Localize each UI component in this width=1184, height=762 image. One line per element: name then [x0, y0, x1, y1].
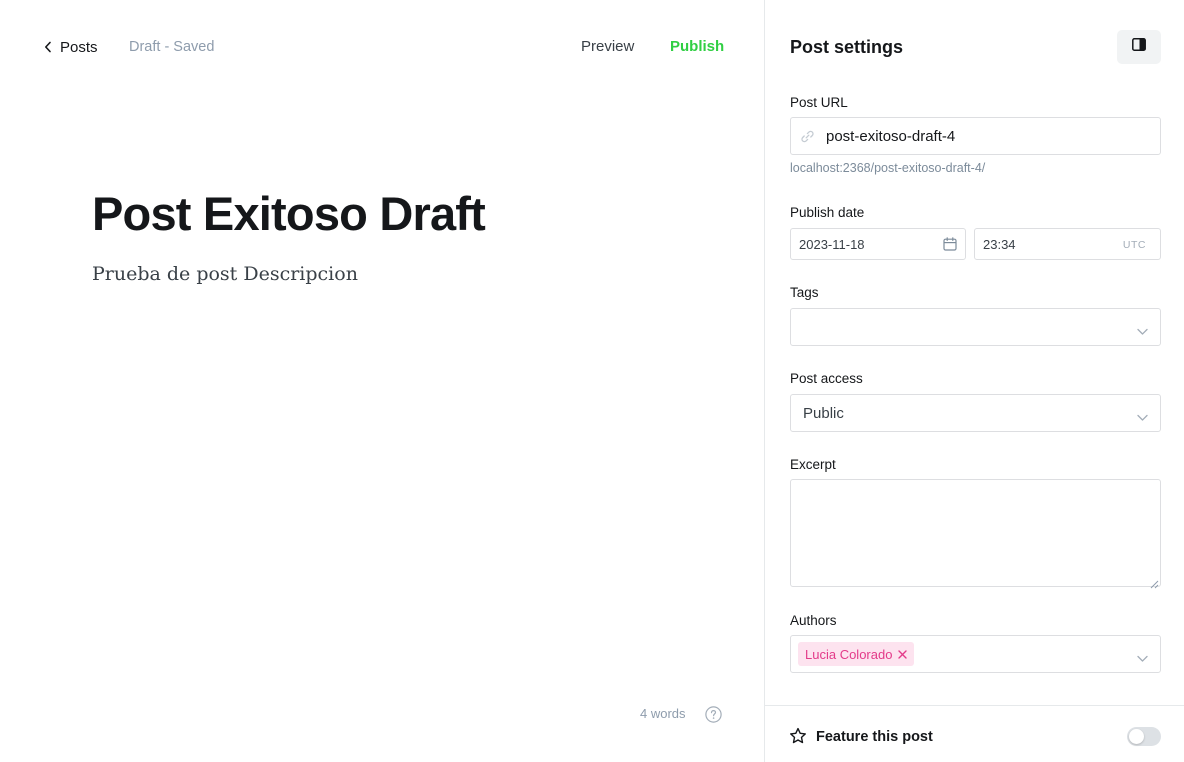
- calendar-icon[interactable]: [943, 237, 957, 251]
- feature-post-toggle[interactable]: [1127, 727, 1161, 746]
- sidebar-toggle-button[interactable]: [1117, 30, 1161, 64]
- link-icon: [800, 129, 815, 144]
- authors-label: Authors: [790, 613, 837, 628]
- resize-handle-icon[interactable]: [1150, 576, 1159, 589]
- tags-select[interactable]: [790, 308, 1161, 346]
- timezone-label: UTC: [1122, 239, 1146, 251]
- sidebar-toggle-icon: [1132, 38, 1146, 56]
- back-link-label: Posts: [60, 38, 98, 56]
- excerpt-textarea[interactable]: [790, 479, 1161, 589]
- publish-date-label: Publish date: [790, 205, 865, 220]
- toggle-knob: [1129, 729, 1144, 744]
- chevron-left-icon: [44, 38, 52, 56]
- publish-button[interactable]: Publish: [670, 38, 724, 55]
- post-access-select[interactable]: Public: [790, 394, 1161, 432]
- post-title[interactable]: Post Exitoso Draft: [92, 186, 486, 241]
- chevron-down-icon: [1137, 650, 1148, 662]
- star-icon: [789, 727, 807, 745]
- post-excerpt[interactable]: Prueba de post Descripcion: [92, 263, 358, 285]
- chevron-down-icon: [1137, 409, 1148, 421]
- publish-time-value: 23:34: [983, 237, 1016, 252]
- tags-label: Tags: [790, 285, 819, 300]
- authors-select[interactable]: Lucia Colorado: [790, 635, 1161, 673]
- post-access-label: Post access: [790, 371, 863, 386]
- excerpt-label: Excerpt: [790, 457, 836, 472]
- post-url-label: Post URL: [790, 95, 848, 110]
- preview-button[interactable]: Preview: [581, 38, 634, 55]
- back-to-posts-link[interactable]: Posts: [44, 38, 98, 56]
- save-status: Draft - Saved: [129, 39, 215, 55]
- author-chip: Lucia Colorado: [798, 642, 915, 666]
- word-count: 4 words: [640, 706, 686, 721]
- close-icon[interactable]: [898, 648, 908, 661]
- chevron-down-icon: [1137, 323, 1148, 335]
- publish-date-input[interactable]: 2023-11-18: [790, 228, 966, 260]
- post-settings-panel: Post settings Post URL post-exitoso-draf…: [764, 0, 1184, 762]
- feature-post-label: Feature this post: [816, 729, 933, 745]
- editor-header: Posts Draft - Saved Preview Publish: [0, 0, 764, 94]
- post-access-value: Public: [803, 405, 844, 422]
- section-divider: [765, 705, 1184, 706]
- settings-title: Post settings: [790, 37, 904, 57]
- author-name: Lucia Colorado: [805, 646, 893, 662]
- publish-time-input[interactable]: 23:34 UTC: [974, 228, 1161, 260]
- post-url-hint: localhost:2368/post-exitoso-draft-4/: [790, 161, 986, 175]
- publish-date-value: 2023-11-18: [799, 237, 865, 252]
- help-icon[interactable]: [705, 706, 722, 723]
- editor-pane: Posts Draft - Saved Preview Publish Post…: [0, 0, 764, 762]
- post-url-value: post-exitoso-draft-4: [826, 128, 956, 145]
- post-url-input[interactable]: post-exitoso-draft-4: [790, 117, 1161, 155]
